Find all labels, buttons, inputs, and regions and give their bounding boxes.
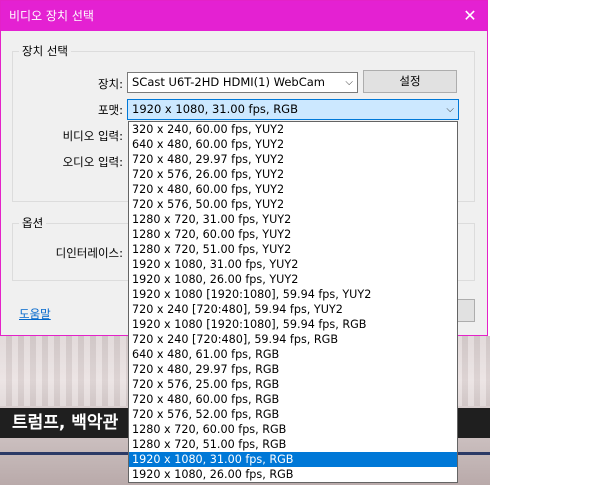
close-icon[interactable]: ✕ — [453, 1, 487, 31]
audio-input-label: 오디오 입력: — [62, 155, 123, 169]
format-option[interactable]: 1280 x 720, 60.00 fps, YUY2 — [129, 227, 457, 242]
format-option[interactable]: 720 x 576, 52.00 fps, RGB — [129, 407, 457, 422]
format-option[interactable]: 1920 x 1080 [1920:1080], 59.94 fps, RGB — [129, 317, 457, 332]
format-option[interactable]: 320 x 240, 60.00 fps, YUY2 — [129, 122, 457, 137]
format-option[interactable]: 1920 x 1080, 26.00 fps, RGB — [129, 467, 457, 482]
format-option[interactable]: 720 x 576, 26.00 fps, YUY2 — [129, 167, 457, 182]
device-select[interactable]: SCast U6T-2HD HDMI(1) WebCam ⌵ — [127, 72, 358, 93]
format-option[interactable]: 1920 x 1080, 26.00 fps, YUY2 — [129, 272, 457, 287]
format-option[interactable]: 1920 x 1080 [1920:1080], 59.94 fps, YUY2 — [129, 287, 457, 302]
help-link[interactable]: 도움말 — [19, 306, 51, 322]
format-select-value: 1920 x 1080, 31.00 fps, RGB — [132, 102, 298, 116]
format-option[interactable]: 1280 x 720, 51.00 fps, RGB — [129, 437, 457, 452]
format-option[interactable]: 640 x 480, 60.00 fps, YUY2 — [129, 137, 457, 152]
format-option[interactable]: 720 x 480, 29.97 fps, YUY2 — [129, 152, 457, 167]
deinterlace-label: 디인터레이스: — [55, 246, 123, 260]
format-option[interactable]: 720 x 576, 25.00 fps, RGB — [129, 377, 457, 392]
title-bar[interactable]: 비디오 장치 선택 ✕ — [1, 1, 487, 31]
options-group-title: 옵션 — [19, 215, 47, 231]
format-option[interactable]: 720 x 576, 50.00 fps, YUY2 — [129, 197, 457, 212]
format-option[interactable]: 720 x 240 [720:480], 59.94 fps, RGB — [129, 332, 457, 347]
format-label: 포맷: — [97, 103, 123, 117]
device-select-value: SCast U6T-2HD HDMI(1) WebCam — [132, 75, 325, 89]
format-option[interactable]: 720 x 480, 60.00 fps, YUY2 — [129, 182, 457, 197]
format-option[interactable]: 1920 x 1080, 31.00 fps, YUY2 — [129, 257, 457, 272]
format-option[interactable]: 720 x 480, 29.97 fps, RGB — [129, 362, 457, 377]
format-option[interactable]: 720 x 240 [720:480], 59.94 fps, YUY2 — [129, 302, 457, 317]
dialog-title: 비디오 장치 선택 — [9, 9, 94, 23]
format-select[interactable]: 1920 x 1080, 31.00 fps, RGB ⌵ — [127, 99, 459, 120]
format-option[interactable]: 720 x 480, 60.00 fps, RGB — [129, 392, 457, 407]
format-option[interactable]: 640 x 480, 61.00 fps, RGB — [129, 347, 457, 362]
video-input-label: 비디오 입력: — [62, 129, 123, 143]
settings-button[interactable]: 설정 — [363, 70, 457, 93]
chevron-down-icon: ⌵ — [345, 77, 353, 88]
device-group-title: 장치 선택 — [19, 43, 71, 59]
format-dropdown-list[interactable]: 320 x 240, 60.00 fps, YUY2 640 x 480, 60.… — [128, 121, 458, 483]
format-option[interactable]: 1280 x 720, 31.00 fps, YUY2 — [129, 212, 457, 227]
format-option[interactable]: 1280 x 720, 60.00 fps, RGB — [129, 422, 457, 437]
ok-button-partial[interactable] — [457, 299, 475, 322]
device-label: 장치: — [97, 77, 123, 91]
chevron-down-icon: ⌵ — [446, 104, 454, 115]
format-option[interactable]: 1920 x 1080, 31.00 fps, RGB — [129, 452, 457, 467]
format-option[interactable]: 1280 x 720, 51.00 fps, YUY2 — [129, 242, 457, 257]
